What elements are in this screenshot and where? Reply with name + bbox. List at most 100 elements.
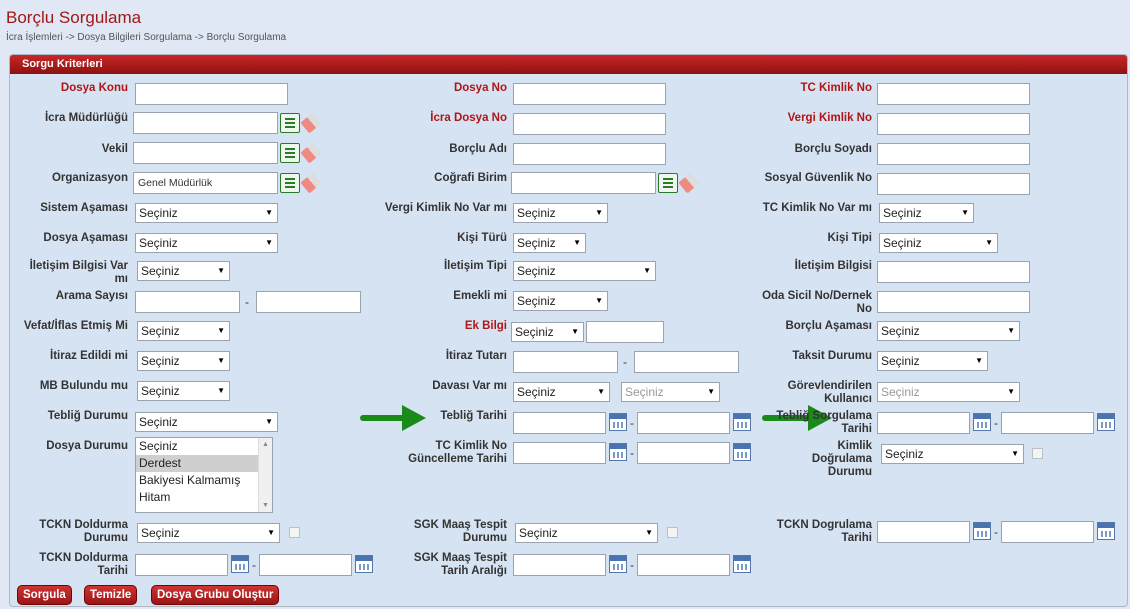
dosya-grubu-olustur-button[interactable]: Dosya Grubu Oluştur xyxy=(151,585,280,605)
list-item[interactable]: Seçiniz xyxy=(136,438,272,455)
range-dash: - xyxy=(630,558,634,572)
teblig-tarihi-start-input[interactable] xyxy=(513,412,606,434)
label-iletisim-bilgisi: İletişim Bilgisi xyxy=(794,260,872,272)
vergi-kimlik-var-select[interactable]: Seçiniz xyxy=(513,203,608,223)
oda-sicil-input[interactable] xyxy=(877,291,1030,313)
kisi-turu-select[interactable]: Seçiniz xyxy=(513,233,586,253)
tc-guncelleme-end-input[interactable] xyxy=(637,442,730,464)
tckn-dogrulama-start-input[interactable] xyxy=(877,521,970,543)
iletisim-tipi-select[interactable]: Seçiniz xyxy=(513,261,656,281)
calendar-icon[interactable] xyxy=(609,413,627,431)
calendar-icon[interactable] xyxy=(231,555,249,573)
dosya-no-input[interactable] xyxy=(513,83,666,105)
page-title: Borçlu Sorgulama xyxy=(6,8,142,27)
lookup-icon[interactable] xyxy=(280,143,300,163)
gorevlendirilen-select[interactable]: Seçiniz xyxy=(877,382,1020,402)
label-teblig-tarihi: Tebliğ Tarihi xyxy=(440,410,507,422)
tckn-dogrulama-end-input[interactable] xyxy=(1001,521,1094,543)
sosyal-guvenlik-no-input[interactable] xyxy=(877,173,1030,195)
panel-header: Sorgu Kriterleri xyxy=(10,55,1127,74)
borclu-asamasi-select[interactable]: Seçiniz xyxy=(877,321,1020,341)
kisi-tipi-select[interactable]: Seçiniz xyxy=(879,233,998,253)
teblig-sorgulama-end-input[interactable] xyxy=(1001,412,1094,434)
eraser-icon[interactable] xyxy=(300,112,322,134)
arama-sayisi-max-input[interactable] xyxy=(256,291,361,313)
dosya-konu-input[interactable] xyxy=(135,83,288,105)
tckn-doldurma-start-input[interactable] xyxy=(135,554,228,576)
label-iletisim-bilgisi-var: İletişim Bilgisi Var mı xyxy=(29,260,128,285)
sgk-maas-checkbox[interactable] xyxy=(667,527,678,538)
label-borclu-soyadi: Borçlu Soyadı xyxy=(794,143,872,155)
sgk-maas-end-input[interactable] xyxy=(637,554,730,576)
range-dash: - xyxy=(630,446,634,460)
vefat-iflas-select[interactable]: Seçiniz xyxy=(137,321,230,341)
davasi-detail-select[interactable]: Seçiniz xyxy=(621,382,720,402)
icra-dosya-no-input[interactable] xyxy=(513,113,666,135)
lookup-icon[interactable] xyxy=(280,173,300,193)
dosya-asamasi-select[interactable]: Seçiniz xyxy=(135,233,278,253)
ek-bilgi-select[interactable]: Seçiniz xyxy=(511,322,584,342)
arama-sayisi-min-input[interactable] xyxy=(135,291,240,313)
range-dash: - xyxy=(994,416,998,430)
eraser-icon[interactable] xyxy=(300,142,322,164)
label-taksit-durumu: Taksit Durumu xyxy=(792,350,872,362)
iletisim-bilgisi-input[interactable] xyxy=(877,261,1030,283)
borclu-adi-input[interactable] xyxy=(513,143,666,165)
temizle-button[interactable]: Temizle xyxy=(84,585,138,605)
list-item[interactable]: Bakiyesi Kalmamış xyxy=(136,472,272,489)
label-tc-guncelleme: TC Kimlik No Güncelleme Tarihi xyxy=(408,440,507,465)
icra-mudurlugu-input[interactable] xyxy=(133,112,278,134)
eraser-icon[interactable] xyxy=(300,172,322,194)
tc-kimlik-var-select[interactable]: Seçiniz xyxy=(879,203,974,223)
itiraz-tutari-max-input[interactable] xyxy=(634,351,739,373)
kimlik-dogrulama-select[interactable]: Seçiniz xyxy=(881,444,1024,464)
taksit-durumu-select[interactable]: Seçiniz xyxy=(877,351,988,371)
calendar-icon[interactable] xyxy=(733,443,751,461)
kimlik-dogrulama-checkbox[interactable] xyxy=(1032,448,1043,459)
emekli-mi-select[interactable]: Seçiniz xyxy=(513,291,608,311)
list-item[interactable]: Hitam xyxy=(136,489,272,506)
calendar-icon[interactable] xyxy=(973,413,991,431)
tc-guncelleme-start-input[interactable] xyxy=(513,442,606,464)
calendar-icon[interactable] xyxy=(1097,522,1115,540)
list-item[interactable]: Derdest xyxy=(136,455,272,472)
teblig-sorgulama-start-input[interactable] xyxy=(877,412,970,434)
borclu-soyadi-input[interactable] xyxy=(877,143,1030,165)
cografi-birim-input[interactable] xyxy=(511,172,656,194)
range-dash: - xyxy=(994,525,998,539)
sistem-asamasi-select[interactable]: Seçiniz xyxy=(135,203,278,223)
teblig-tarihi-end-input[interactable] xyxy=(637,412,730,434)
listbox-scrollbar[interactable]: ▲ ▼ xyxy=(258,438,272,512)
davasi-var-select[interactable]: Seçiniz xyxy=(513,382,610,402)
iletisim-bilgisi-var-select[interactable]: Seçiniz xyxy=(137,261,230,281)
mb-bulundu-select[interactable]: Seçiniz xyxy=(137,381,230,401)
itiraz-tutari-min-input[interactable] xyxy=(513,351,618,373)
panel-title: Sorgu Kriterleri xyxy=(22,58,103,70)
label-kisi-tipi: Kişi Tipi xyxy=(827,232,872,244)
tckn-doldurma-checkbox[interactable] xyxy=(289,527,300,538)
calendar-icon[interactable] xyxy=(733,413,751,431)
ek-bilgi-input[interactable] xyxy=(586,321,664,343)
tc-kimlik-no-input[interactable] xyxy=(877,83,1030,105)
organizasyon-input[interactable]: Genel Müdürlük xyxy=(133,172,278,194)
lookup-icon[interactable] xyxy=(658,173,678,193)
calendar-icon[interactable] xyxy=(609,555,627,573)
calendar-icon[interactable] xyxy=(973,522,991,540)
calendar-icon[interactable] xyxy=(733,555,751,573)
calendar-icon[interactable] xyxy=(1097,413,1115,431)
calendar-icon[interactable] xyxy=(355,555,373,573)
eraser-icon[interactable] xyxy=(678,172,700,194)
teblig-durumu-select[interactable]: Seçiniz xyxy=(135,412,278,432)
tckn-doldurma-durumu-select[interactable]: Seçiniz xyxy=(137,523,280,543)
dosya-durumu-listbox[interactable]: Seçiniz Derdest Bakiyesi Kalmamış Hitam … xyxy=(135,437,273,513)
tckn-doldurma-end-input[interactable] xyxy=(259,554,352,576)
sorgula-button[interactable]: Sorgula xyxy=(17,585,72,605)
vekil-input[interactable] xyxy=(133,142,278,164)
lookup-icon[interactable] xyxy=(280,113,300,133)
calendar-icon[interactable] xyxy=(609,443,627,461)
itiraz-edildi-select[interactable]: Seçiniz xyxy=(137,351,230,371)
vergi-kimlik-no-input[interactable] xyxy=(877,113,1030,135)
label-vergi-kimlik-no: Vergi Kimlik No xyxy=(787,112,872,124)
sgk-maas-durumu-select[interactable]: Seçiniz xyxy=(515,523,658,543)
sgk-maas-start-input[interactable] xyxy=(513,554,606,576)
